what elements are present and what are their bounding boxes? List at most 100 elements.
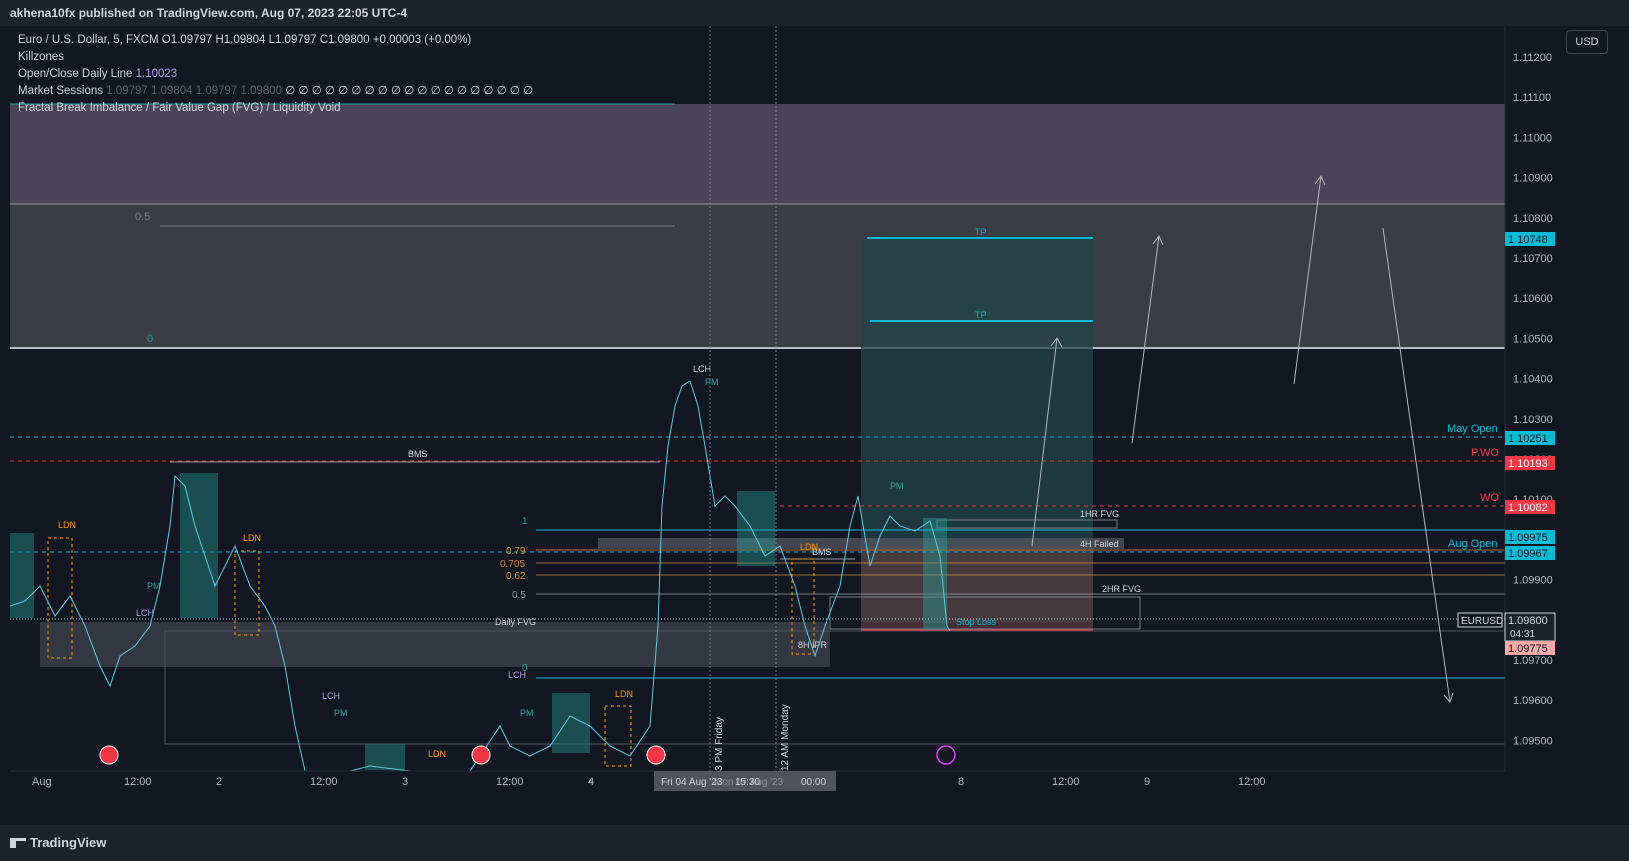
time-tick-label: 4 <box>588 776 594 788</box>
tp-badge-text: 1.10748 <box>1508 234 1548 246</box>
price-tick-label: 1.10800 <box>1513 213 1553 225</box>
fib-0-lower-label: 0 <box>522 663 528 674</box>
wo-label: WO <box>1480 492 1499 504</box>
pwo-label: P.WO <box>1471 447 1499 459</box>
market-sessions-row[interactable]: Market Sessions 1.09797 1.09804 1.09797 … <box>18 83 533 100</box>
currency-button[interactable]: USD <box>1566 30 1608 54</box>
time-tick-label: 8 <box>958 776 964 788</box>
aug-open-badge-a-text: 1.09975 <box>1508 532 1548 544</box>
daily-fvg-label: Daily FVG <box>495 617 536 627</box>
us-flag-event-3[interactable] <box>646 745 666 765</box>
pm-label-5: PM <box>890 481 904 491</box>
tradingview-logo-icon <box>10 838 26 848</box>
aug-open-label: Aug Open <box>1448 538 1498 550</box>
stop-badge-text: 1.09775 <box>1508 643 1548 655</box>
two-hr-fvg-label: 2HR FVG <box>1102 584 1141 594</box>
time-tick-label: 3 <box>402 776 408 788</box>
price-tick-label: 1.10600 <box>1513 293 1553 305</box>
symbol-badge-text: EURUSD <box>1461 616 1503 627</box>
countdown-text: 04:31 <box>1510 629 1535 640</box>
publisher-bar: akhena10fx published on TradingView.com,… <box>0 0 1629 26</box>
symbol-ohlc-row[interactable]: Euro / U.S. Dollar, 5, FXCM O1.09797 H1.… <box>18 32 533 49</box>
one-hr-fvg-label: 1HR FVG <box>1080 509 1119 519</box>
ldn-session-3 <box>604 705 632 767</box>
time-tick-label: 12:00 <box>310 776 338 788</box>
pm-label-1: PM <box>147 581 161 591</box>
crosshair-mon-text: Mon 07 Aug '23 <box>714 777 784 788</box>
price-tick-label: 1.09600 <box>1513 695 1553 707</box>
fib-0-upper-label: 0 <box>147 333 153 345</box>
us-flag-event-1[interactable] <box>99 745 119 765</box>
wo-badge-text: 1.10082 <box>1508 502 1548 514</box>
time-tick-label: Aug <box>32 776 52 788</box>
tradingview-logo[interactable]: TradingView <box>10 835 106 850</box>
friday-3pm-label: 3 PM Friday <box>714 717 725 771</box>
tradingview-brand: TradingView <box>30 835 107 850</box>
upper-fvg-zone <box>10 104 1505 204</box>
price-tick-label: 1.11200 <box>1513 52 1552 64</box>
tp-label-1: TP <box>975 227 987 237</box>
open-close-row[interactable]: Open/Close Daily Line 1.10023 <box>18 66 533 83</box>
footer-bar: TradingView <box>0 825 1629 861</box>
bms-label-1: BMS <box>408 449 428 459</box>
may-open-badge-text: 1.10251 <box>1508 433 1548 445</box>
price-tick-label: 1.10700 <box>1513 253 1553 265</box>
tp-label-2: TP <box>975 310 987 320</box>
fib-0705-label: 0.705 <box>500 559 525 570</box>
time-tick-label: 9 <box>1144 776 1150 788</box>
price-tick-label: 1.10300 <box>1513 414 1553 426</box>
pm-label-2: PM <box>334 708 348 718</box>
monday-12am-label: 12 AM Monday <box>780 704 791 771</box>
chart-area[interactable]: TP TP Stop Loss May Open P.WO WO Aug Ope… <box>10 26 1619 825</box>
fib-079-label: 0.79 <box>506 546 526 557</box>
market-sessions-values: 1.09797 1.09804 1.09797 1.09800 <box>106 85 283 97</box>
us-flag-event-2[interactable] <box>471 745 491 765</box>
time-tick-label: 12:00 <box>1238 776 1266 788</box>
ny-session-1 <box>180 473 218 618</box>
may-open-label: May Open <box>1447 423 1498 435</box>
ldn-label-3: LDN <box>615 689 633 699</box>
ldn-label-5: LDN <box>800 542 818 552</box>
price-tick-label: 1.09700 <box>1513 655 1553 667</box>
killzones-row[interactable]: Killzones <box>18 49 533 66</box>
fib-05-lower-label: 0.5 <box>512 590 526 601</box>
ny-session-5 <box>923 518 947 630</box>
price-tick-label: 1.10900 <box>1513 173 1553 185</box>
crosshair-midnight-text: 00:00 <box>801 777 826 788</box>
fvg-row[interactable]: Fractal Break Imbalance / Fair Value Gap… <box>18 100 533 117</box>
fib-05-upper-label: 0.5 <box>135 211 150 223</box>
time-tick-label: 12:00 <box>1052 776 1080 788</box>
chart-legend: Euro / U.S. Dollar, 5, FXCM O1.09797 H1.… <box>18 32 533 117</box>
lch-label-2: LCH <box>322 691 340 701</box>
price-tick-label: 1.09500 <box>1513 735 1553 747</box>
price-tick-label: 1.11000 <box>1513 132 1552 144</box>
ny-session-3 <box>737 491 775 566</box>
price-tick-label: 1.10500 <box>1513 333 1553 345</box>
market-sessions-label: Market Sessions <box>18 85 104 97</box>
ldn-label-1: LDN <box>58 520 76 530</box>
publisher-text: akhena10fx published on TradingView.com,… <box>10 6 408 20</box>
aug-open-badge-b-text: 1.09967 <box>1508 548 1548 560</box>
four-h-failed-label: 4H Failed <box>1080 539 1119 549</box>
price-tick-label: 1.10400 <box>1513 374 1553 386</box>
price-chart[interactable]: TP TP Stop Loss May Open P.WO WO Aug Ope… <box>10 26 1619 825</box>
ldn-label-4: LDN <box>428 749 446 759</box>
price-tick-label: 1.09900 <box>1513 575 1553 587</box>
lightning-event-icon[interactable] <box>936 745 956 765</box>
fib-1-label: 1 <box>522 516 528 527</box>
time-tick-label: 12:00 <box>496 776 524 788</box>
time-tick-label: 12:00 <box>124 776 152 788</box>
pm-label-3: PM <box>520 708 534 718</box>
open-close-label: Open/Close Daily Line <box>18 68 133 80</box>
price-line <box>10 380 951 772</box>
pm-label-4: PM <box>705 377 719 387</box>
open-close-value: 1.10023 <box>135 68 178 80</box>
four-h-failed-box <box>598 538 1124 549</box>
price-tick-label: 1.11100 <box>1513 92 1551 104</box>
lch-label-4: LCH <box>693 364 711 374</box>
ldn-label-2: LDN <box>243 533 261 543</box>
fib-062-label: 0.62 <box>506 571 526 582</box>
time-tick-label: 2 <box>216 776 222 788</box>
lch-label-1: LCH <box>136 608 154 618</box>
pwo-badge-text: 1.10193 <box>1508 458 1548 470</box>
